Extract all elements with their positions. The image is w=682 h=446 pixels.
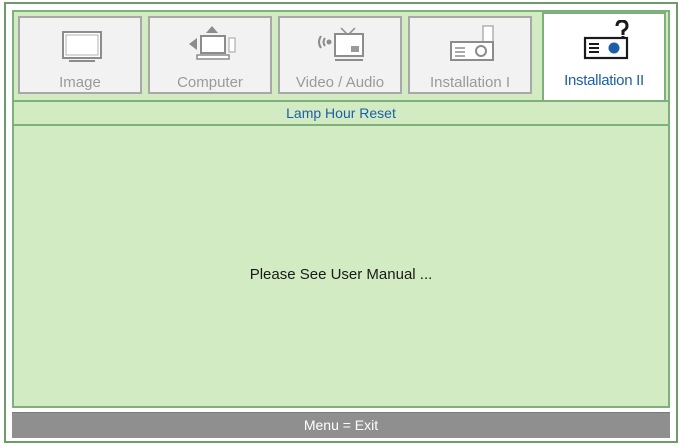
tab-label: Video / Audio bbox=[295, 74, 385, 91]
tab-label: Image bbox=[59, 74, 101, 91]
tab-video-audio[interactable]: Video / Audio bbox=[278, 16, 402, 94]
info-message: Please See User Manual ... bbox=[249, 266, 433, 283]
osd-panel: Image Computer Video / Audio Installatio… bbox=[12, 10, 670, 408]
tab-bar: Image Computer Video / Audio Installatio… bbox=[14, 12, 668, 100]
tab-label: Installation I bbox=[429, 74, 511, 91]
projector-help-icon bbox=[583, 20, 629, 60]
tab-label: Computer bbox=[177, 74, 243, 91]
tab-computer[interactable]: Computer bbox=[148, 16, 272, 94]
tab-installation-1[interactable]: Installation I bbox=[408, 16, 532, 94]
tab-label: Installation II bbox=[564, 72, 644, 89]
osd-window: Image Computer Video / Audio Installatio… bbox=[4, 2, 678, 443]
tab-image[interactable]: Image bbox=[18, 16, 142, 94]
video-audio-icon bbox=[318, 27, 364, 61]
footer-hint: Menu = Exit bbox=[12, 412, 670, 438]
submenu-item-lamp-hour-reset[interactable]: Lamp Hour Reset bbox=[14, 100, 668, 126]
content-area: Please See User Manual ... bbox=[14, 126, 668, 406]
tab-installation-2[interactable]: Installation II bbox=[542, 12, 666, 100]
projector-icon bbox=[450, 25, 494, 61]
monitor-icon bbox=[62, 31, 102, 62]
computer-icon bbox=[189, 26, 236, 60]
